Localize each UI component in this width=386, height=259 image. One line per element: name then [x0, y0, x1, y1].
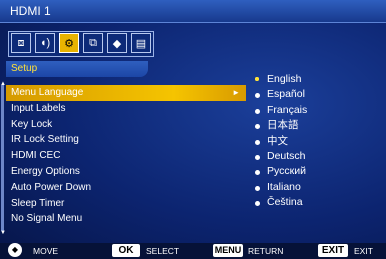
input-title: HDMI 1 [10, 4, 51, 18]
bullet-icon [255, 139, 260, 145]
bullet-icon [255, 170, 260, 176]
scroll-down-icon[interactable]: ▼ [0, 230, 6, 236]
chevron-right-icon: ► [232, 88, 240, 97]
menu-item-energy-options[interactable]: Energy Options [6, 164, 246, 180]
menu-item-label: Energy Options [11, 165, 80, 177]
tv-osd-screen: HDMI 1 ⧈ ◖) ⚙ ⧉ ◆ ▤ Setup ▲ ▼ Menu Langu… [0, 0, 386, 259]
menu-item-auto-power-down[interactable]: Auto Power Down [6, 180, 246, 196]
ok-key[interactable]: OK [112, 244, 140, 257]
language-label: English [267, 73, 302, 85]
language-label: Deutsch [267, 149, 306, 162]
language-option-english[interactable]: English [253, 72, 307, 87]
language-option-chinese[interactable]: 中文 [253, 134, 307, 149]
bullet-icon [255, 93, 260, 99]
tab-sound-icon[interactable]: ◖) [35, 33, 55, 53]
tab-setup-icon[interactable]: ⚙ [59, 33, 79, 53]
language-option-francais[interactable]: Français [253, 103, 307, 118]
language-label: 日本語 [267, 119, 299, 132]
menu-item-hdmi-cec[interactable]: HDMI CEC [6, 148, 246, 164]
exit-hint: EXIT [354, 246, 373, 256]
menu-item-ir-lock-setting[interactable]: IR Lock Setting [6, 132, 246, 148]
menu-key[interactable]: MENU [213, 244, 243, 257]
bullet-icon [255, 185, 260, 191]
tab-information-icon[interactable]: ▤ [131, 33, 151, 53]
language-option-cestina[interactable]: Čeština [253, 195, 307, 210]
scrollbar[interactable] [1, 85, 4, 231]
return-hint: RETURN [248, 246, 284, 256]
title-bar: HDMI 1 [0, 0, 386, 23]
radio-selected-icon [255, 77, 259, 81]
bullet-icon [255, 201, 260, 207]
exit-key[interactable]: EXIT [318, 244, 348, 257]
category-tabs: ⧈ ◖) ⚙ ⧉ ◆ ▤ [8, 31, 154, 57]
language-label: Français [267, 103, 308, 116]
move-dpad-icon: ◆ [8, 243, 22, 257]
menu-item-label: Key Lock [11, 118, 53, 130]
language-option-deutsch[interactable]: Deutsch [253, 149, 307, 164]
menu-item-label: No Signal Menu [11, 213, 83, 225]
bullet-icon [255, 124, 260, 130]
tab-picture-settings-icon[interactable]: ⧈ [11, 33, 31, 53]
menu-item-label: IR Lock Setting [11, 134, 79, 146]
language-label: 中文 [267, 134, 288, 147]
language-option-italiano[interactable]: Italiano [253, 180, 307, 195]
tab-package-icon[interactable]: ◆ [107, 33, 127, 53]
footer-key-guide: ◆ MOVE OK SELECT MENU RETURN EXIT EXIT [0, 243, 386, 259]
menu-item-input-labels[interactable]: Input Labels [6, 101, 246, 117]
move-hint: MOVE [33, 246, 59, 256]
menu-item-label: Input Labels [11, 102, 66, 114]
language-option-russian[interactable]: Русский [253, 164, 307, 179]
language-label: Italiano [267, 180, 301, 193]
menu-item-sleep-timer[interactable]: Sleep Timer [6, 196, 246, 212]
language-option-japanese[interactable]: 日本語 [253, 118, 307, 133]
menu-item-menu-language[interactable]: Menu Language ► [6, 85, 246, 101]
menu-item-label: Sleep Timer [11, 197, 65, 209]
menu-item-key-lock[interactable]: Key Lock [6, 117, 246, 133]
language-option-espanol[interactable]: Español [253, 87, 307, 102]
menu-item-label: Menu Language [11, 87, 84, 98]
language-options: English Español Français 日本語 中文 Deutsch … [253, 72, 307, 211]
setup-menu-list: Menu Language ► Input Labels Key Lock IR… [6, 85, 246, 227]
menu-item-no-signal-menu[interactable]: No Signal Menu [6, 211, 246, 227]
language-label: Русский [267, 165, 306, 178]
section-header: Setup [6, 61, 148, 77]
tab-input-source-icon[interactable]: ⧉ [83, 33, 103, 53]
select-hint: SELECT [146, 246, 180, 256]
language-label: Español [267, 88, 305, 101]
menu-item-label: Auto Power Down [11, 181, 92, 193]
bullet-icon [255, 154, 260, 160]
bullet-icon [255, 108, 260, 114]
language-label: Čeština [267, 196, 303, 209]
menu-item-label: HDMI CEC [11, 150, 61, 162]
section-title: Setup [11, 63, 38, 74]
